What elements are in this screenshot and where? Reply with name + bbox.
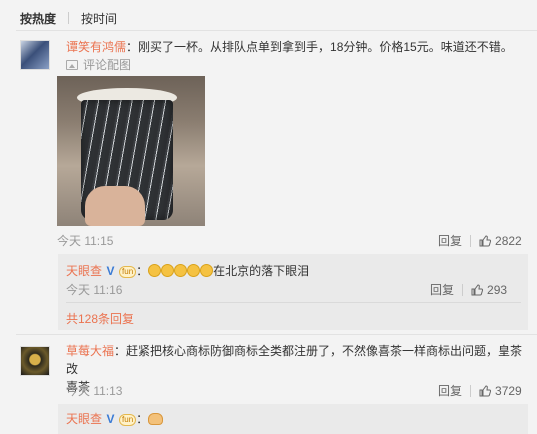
comment-image-label: 评论配图 [83, 58, 132, 72]
sob-emoji-icon [200, 264, 214, 277]
divider [16, 30, 537, 31]
like-button[interactable]: 293 [471, 283, 507, 297]
reply-author[interactable]: 天眼查 [66, 264, 102, 278]
reply-button[interactable]: 回复 [438, 382, 462, 399]
comment-actions: 回复 3729 [438, 382, 522, 399]
comment-photo[interactable] [57, 76, 205, 226]
verified-v-icon: V [106, 412, 115, 426]
comment-text-row: 谭笑有鸿儒：刚买了一杯。从排队点单到拿到手，18分钟。价格15元。味道还不错。 [66, 38, 526, 55]
comment-author[interactable]: 草莓大福 [66, 344, 114, 358]
comment-actions: 回复 2822 [438, 232, 522, 249]
image-icon [66, 59, 78, 70]
thumbs-up-icon [471, 283, 484, 295]
action-divider [462, 283, 464, 296]
action-divider [470, 384, 472, 397]
sob-emoji-icon [174, 264, 188, 277]
comment-image-link[interactable]: 评论配图 [66, 56, 131, 73]
verified-v-icon: V [106, 264, 115, 278]
comment-author[interactable]: 谭笑有鸿儒 [66, 40, 126, 54]
sob-emoji-icon [148, 264, 162, 277]
sob-emoji-icon [161, 264, 175, 277]
sob-emoji-icon [187, 264, 201, 277]
divider [66, 302, 521, 303]
reply-actions: 回复 293 [430, 281, 507, 298]
tab-sort-hot[interactable]: 按热度 [20, 10, 56, 27]
handshake-emoji-icon [148, 413, 164, 425]
fun-badge: fun [119, 414, 137, 426]
divider [16, 334, 537, 335]
like-count: 2822 [495, 233, 522, 248]
reply-text: 在北京的落下眼泪 [213, 264, 310, 278]
thumbs-up-icon [479, 234, 492, 246]
reply-text-row: 天眼查 Vfun： [66, 410, 164, 427]
reply-text-row: 天眼查 Vfun：在北京的落下眼泪 [66, 264, 310, 278]
avatar[interactable] [20, 40, 50, 70]
tab-divider [68, 12, 70, 24]
avatar[interactable] [20, 346, 50, 376]
reply-author[interactable]: 天眼查 [66, 412, 102, 426]
action-divider [470, 234, 472, 247]
fun-badge: fun [119, 266, 137, 278]
comment-text: ：刚买了一杯。从排队点单到拿到手，18分钟。价格15元。味道还不错。 [126, 40, 513, 54]
more-replies-link[interactable]: 共128条回复 [66, 310, 134, 327]
reply-button[interactable]: 回复 [430, 281, 454, 298]
hand [85, 186, 145, 226]
reply-button[interactable]: 回复 [438, 232, 462, 249]
reply-timestamp: 今天 11:16 [66, 283, 123, 297]
like-button[interactable]: 3729 [479, 384, 522, 398]
sort-tabs: 按热度 按时间 [20, 8, 117, 28]
tab-sort-time[interactable]: 按时间 [81, 10, 117, 27]
thumbs-up-icon [479, 384, 492, 396]
like-button[interactable]: 2822 [479, 234, 522, 248]
like-count: 3729 [495, 383, 522, 398]
comment-text: ：赶紧把核心商标防御商标全类都注册了，不然像喜茶一样商标出问题，皇茶改 [66, 344, 523, 376]
like-count: 293 [487, 282, 508, 297]
comment-timestamp: 今天 11:13 [66, 384, 123, 398]
comment-timestamp: 今天 11:15 [57, 234, 114, 248]
